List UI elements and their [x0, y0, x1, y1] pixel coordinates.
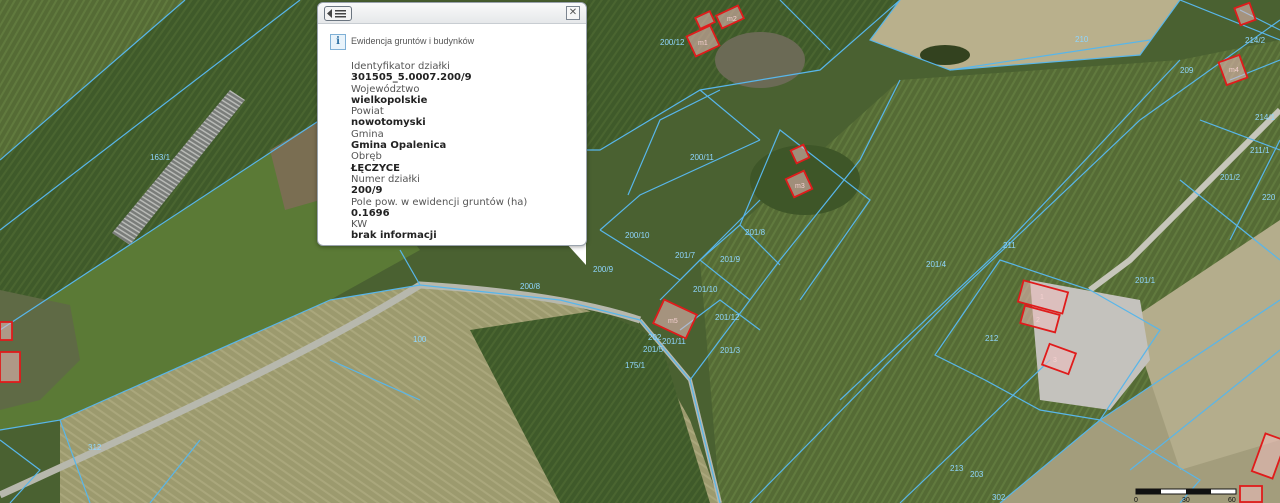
parcel-label: 201/9	[720, 255, 741, 264]
parcel-label: 211/1	[1250, 146, 1270, 155]
attr-value: brak informacji	[351, 230, 437, 242]
popup-header: ✕	[318, 3, 586, 24]
parcel-label: 209	[1180, 66, 1194, 75]
parcel-label: 201/4	[926, 260, 947, 269]
parcel-label: 213	[950, 464, 964, 473]
parcel-label: 200/8	[520, 282, 541, 291]
parcel-label: 203	[970, 470, 984, 479]
parcel-label: 201/12	[715, 313, 740, 322]
parcel-label: 175/1	[625, 361, 646, 370]
attr-label: Województwo	[351, 83, 420, 95]
building-label: 1	[1040, 294, 1044, 301]
building-label: m4	[1229, 67, 1239, 74]
attr-label: Numer działki	[351, 173, 420, 185]
scale-label: 60	[1228, 497, 1236, 503]
building-label: m3	[795, 183, 805, 190]
attr-label: Pole pow. w ewidencji gruntów (ha)	[351, 196, 528, 208]
parcel-label: 214/1	[1255, 113, 1276, 122]
attr-value: 200/9	[351, 185, 383, 197]
attr-value: Gmina Opalenica	[351, 140, 447, 152]
building-label: m2	[727, 16, 737, 23]
parcel-label: 201/3	[720, 346, 741, 355]
building-label: m5	[668, 318, 678, 325]
parcel-label: 220	[1262, 193, 1276, 202]
parcel-label: 201/5	[643, 345, 664, 354]
parcel-label: 200/10	[625, 231, 650, 240]
attr-value: wielkopolskie	[351, 94, 428, 106]
parcel-label: 201/7	[675, 251, 696, 260]
popup-pointer	[566, 243, 586, 265]
parcel-label: 200/12	[660, 38, 685, 47]
attr-value: 301505_5.0007.200/9	[351, 72, 472, 84]
info-icon: i	[330, 34, 346, 50]
scale-label: 0	[1134, 497, 1138, 503]
parcel-label: 201/11	[662, 337, 686, 346]
attr-value: ŁĘCZYCE	[351, 162, 400, 174]
parcel-label: 201/1	[1135, 276, 1156, 285]
attr-value: 0.1696	[351, 207, 390, 219]
feature-info-popup: ✕ i Ewidencja gruntów i budynków Identyf…	[317, 2, 587, 246]
attr-label: Powiat	[351, 106, 384, 118]
parcel-label: 201/10	[693, 285, 718, 294]
parcel-label: 100	[413, 335, 427, 344]
parcel-label: 201/2	[1220, 173, 1241, 182]
parcel-label: 214/2	[1245, 36, 1266, 45]
parcel-label: 212	[985, 334, 999, 343]
attr-label: Gmina	[351, 128, 384, 140]
parcel-label: 312	[88, 443, 102, 452]
attr-value: nowotomyski	[351, 117, 426, 129]
parcel-label: 302	[992, 493, 1006, 502]
attr-label: Identyfikator działki	[351, 61, 450, 72]
list-back-icon	[327, 9, 346, 18]
layer-title: Ewidencja gruntów i budynków	[351, 36, 475, 46]
parcel-label: 163/1	[150, 153, 171, 162]
close-icon: ✕	[568, 7, 578, 18]
attr-label: Obręb	[351, 151, 382, 163]
list-back-button[interactable]	[324, 6, 352, 21]
parcel-label: 200/9	[593, 265, 614, 274]
close-button[interactable]: ✕	[566, 6, 580, 20]
attribute-list: Identyfikator działki 301505_5.0007.200/…	[351, 61, 581, 242]
parcel-label: 201/8	[745, 228, 766, 237]
parcel-label: 200/11	[690, 153, 714, 162]
parcel-label: 202	[648, 333, 662, 342]
scale-label: 30	[1182, 497, 1190, 503]
building-label: 3	[1053, 357, 1057, 364]
map-view[interactable]: 200/12 200/11 200/10 200/9 200/8 201/8 2…	[0, 0, 1280, 503]
building-label: 2	[1036, 317, 1040, 324]
parcel-label: 210	[1075, 35, 1089, 44]
attr-label: KW	[351, 219, 368, 231]
parcel-label: 211	[1003, 241, 1016, 250]
building-label: m1	[698, 40, 708, 47]
